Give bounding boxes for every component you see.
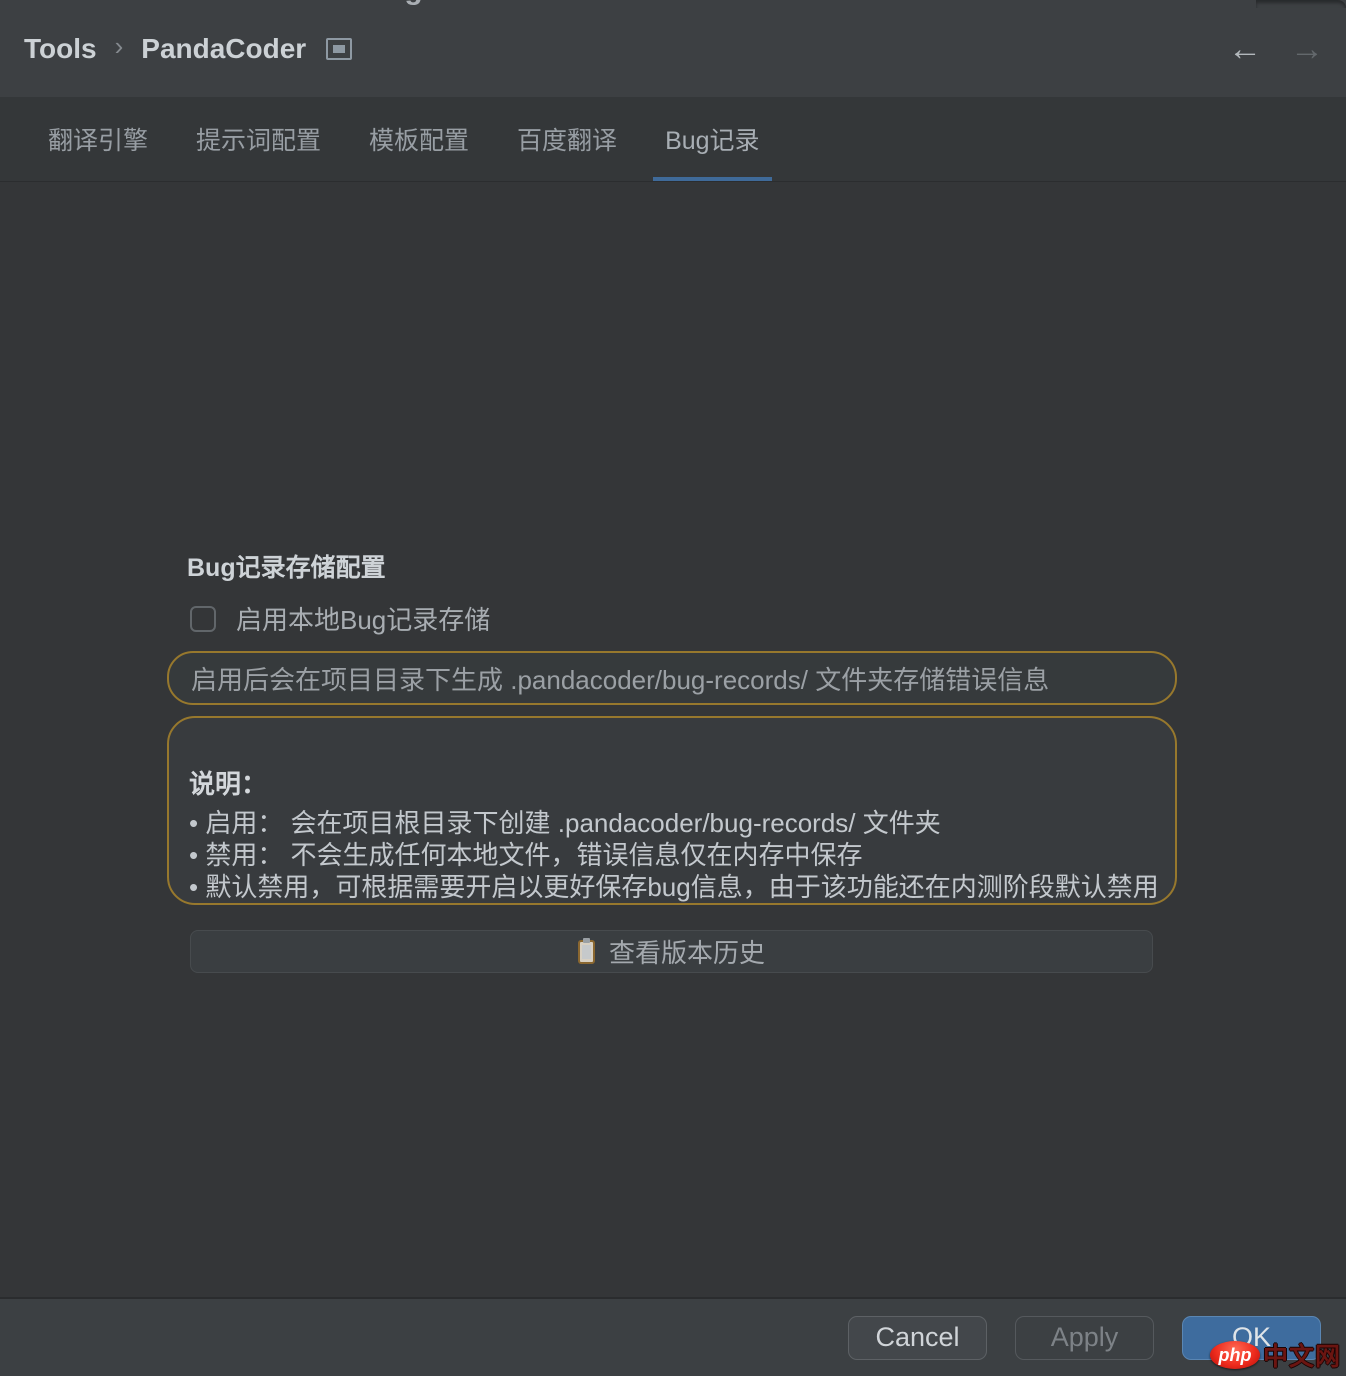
enable-local-storage-row[interactable]: 启用本地Bug记录存储 xyxy=(190,600,490,637)
window-pin-icon[interactable] xyxy=(326,38,352,60)
back-arrow-icon[interactable]: ← xyxy=(1228,32,1262,66)
bug-records-panel: Bug记录存储配置 启用本地Bug记录存储 启用后会在项目目录下生成 .pand… xyxy=(0,182,1346,1297)
plugin-tabbar: 翻译引擎 提示词配置 模板配置 百度翻译 Bug记录 xyxy=(0,97,1346,182)
settings-header: Tools › PandaCoder ← → xyxy=(0,0,1346,97)
clipboard-icon xyxy=(578,940,595,964)
enable-local-storage-checkbox[interactable] xyxy=(190,606,216,632)
window-titlebar: Settings xyxy=(0,0,1346,10)
storage-hint-text: 启用后会在项目目录下生成 .pandacoder/bug-records/ 文件… xyxy=(191,660,1049,697)
settings-dialog: Settings Tools › PandaCoder ← → 翻译引擎 提示词… xyxy=(0,0,1346,1376)
window-title: Settings xyxy=(318,0,440,7)
php-cn-watermark: php 中文网 xyxy=(1210,1337,1341,1373)
breadcrumb-pandacoder: PandaCoder xyxy=(141,33,306,65)
cancel-button[interactable]: Cancel xyxy=(848,1316,987,1360)
explanation-box: 说明： • 启用： 会在项目根目录下创建 .pandacoder/bug-rec… xyxy=(167,716,1177,905)
breadcrumb-separator-icon: › xyxy=(115,31,124,66)
dialog-footer: Cancel Apply OK xyxy=(0,1297,1346,1376)
tab-baidu-translate[interactable]: 百度翻译 xyxy=(505,97,629,181)
php-logo-icon: php xyxy=(1210,1341,1260,1369)
enable-local-storage-label: 启用本地Bug记录存储 xyxy=(236,600,490,637)
history-nav: ← → xyxy=(1228,0,1324,97)
breadcrumb: Tools › PandaCoder xyxy=(24,0,352,97)
apply-button[interactable]: Apply xyxy=(1015,1316,1154,1360)
tab-bug-records[interactable]: Bug记录 xyxy=(653,97,771,181)
section-title: Bug记录存储配置 xyxy=(187,548,386,584)
explanation-bullet-default: • 默认禁用，可根据需要开启以更好保存bug信息，由于该功能还在内测阶段默认禁用 xyxy=(189,871,1155,903)
explanation-bullet-enable: • 启用： 会在项目根目录下创建 .pandacoder/bug-records… xyxy=(189,807,1155,839)
forward-arrow-icon: → xyxy=(1290,32,1324,66)
explanation-title: 说明： xyxy=(189,764,1155,801)
tab-translation-engine[interactable]: 翻译引擎 xyxy=(36,97,160,181)
php-cn-watermark-text: 中文网 xyxy=(1263,1337,1341,1373)
view-version-history-label: 查看版本历史 xyxy=(609,933,765,970)
breadcrumb-tools[interactable]: Tools xyxy=(24,33,97,65)
window-pin-icon-inner xyxy=(333,45,345,53)
view-version-history-button[interactable]: 查看版本历史 xyxy=(190,930,1153,973)
storage-hint-box: 启用后会在项目目录下生成 .pandacoder/bug-records/ 文件… xyxy=(167,651,1177,705)
explanation-bullet-disable: • 禁用： 不会生成任何本地文件，错误信息仅在内存中保存 xyxy=(189,839,1155,871)
tab-template-config[interactable]: 模板配置 xyxy=(357,97,481,181)
tab-prompt-config[interactable]: 提示词配置 xyxy=(184,97,333,181)
